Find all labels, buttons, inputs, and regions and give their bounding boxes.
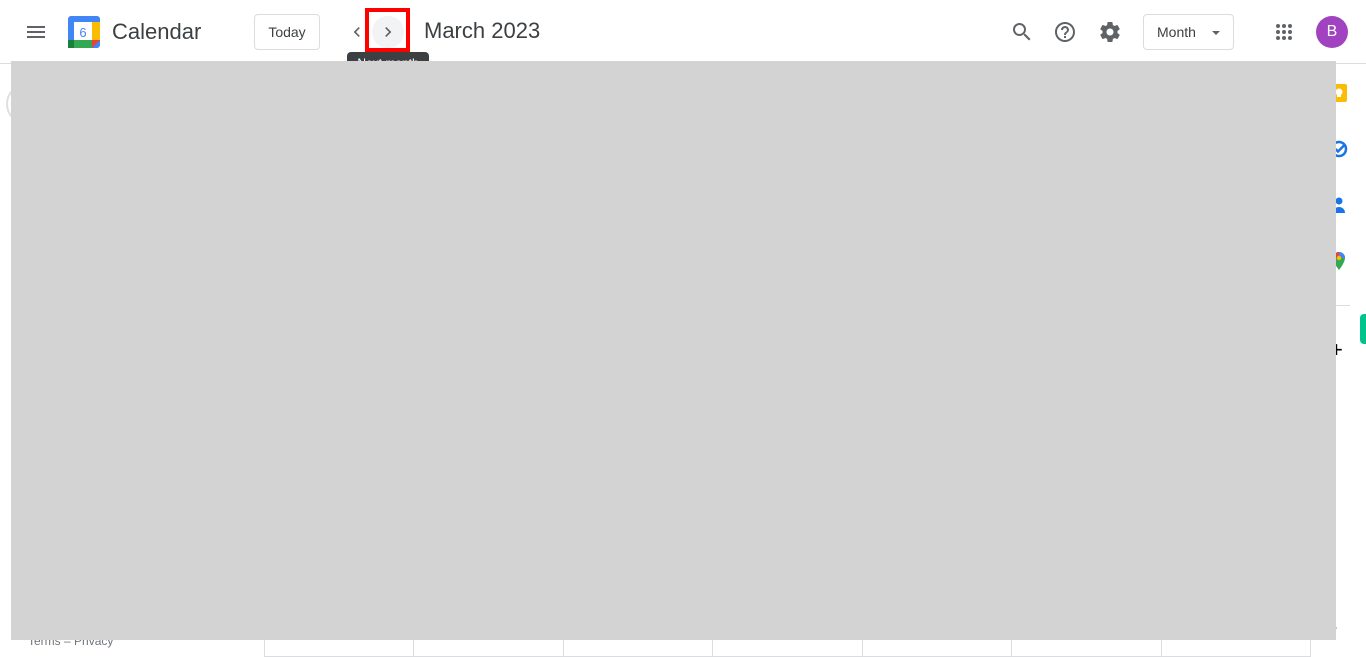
next-month-button[interactable] [372, 16, 404, 48]
day-cell[interactable] [1162, 640, 1311, 656]
view-switcher-dropdown[interactable]: Month [1143, 14, 1234, 50]
day-cell[interactable] [1012, 640, 1162, 656]
search-button[interactable] [1002, 12, 1042, 52]
previous-month-button[interactable] [341, 16, 373, 48]
view-switcher-value: Month [1157, 24, 1196, 40]
content-redaction-overlay [11, 61, 1336, 640]
account-avatar[interactable]: B [1316, 16, 1348, 48]
day-cell[interactable] [863, 640, 1013, 656]
calendar-logo-icon: 6 [68, 16, 100, 48]
top-app-bar: 6 Calendar Today March 2023 Month B [0, 0, 1366, 64]
today-button[interactable]: Today [254, 14, 320, 50]
settings-button[interactable] [1090, 12, 1130, 52]
day-cell[interactable] [414, 640, 564, 656]
current-period-title: March 2023 [424, 18, 541, 43]
menu-icon [27, 26, 45, 38]
main-menu-button[interactable] [16, 12, 56, 52]
side-panel-divider [1336, 305, 1350, 306]
chevron-left-icon [353, 27, 360, 37]
app-title: Calendar [112, 19, 202, 44]
day-cell[interactable] [265, 640, 415, 656]
side-panel-tab[interactable] [1360, 314, 1366, 344]
google-apps-button[interactable] [1264, 12, 1304, 52]
gear-icon [1100, 21, 1120, 42]
chevron-right-icon [385, 27, 392, 37]
help-icon [1055, 22, 1075, 42]
svg-text:6: 6 [79, 25, 86, 40]
help-button[interactable] [1045, 12, 1085, 52]
caret-down-icon [1212, 31, 1220, 35]
apps-grid-icon [1276, 24, 1292, 40]
calendar-logo[interactable]: 6 [68, 16, 100, 48]
day-cell[interactable] [713, 640, 863, 656]
month-grid-bottom-row [264, 640, 1311, 657]
search-icon [1013, 23, 1031, 41]
day-cell[interactable] [564, 640, 714, 656]
